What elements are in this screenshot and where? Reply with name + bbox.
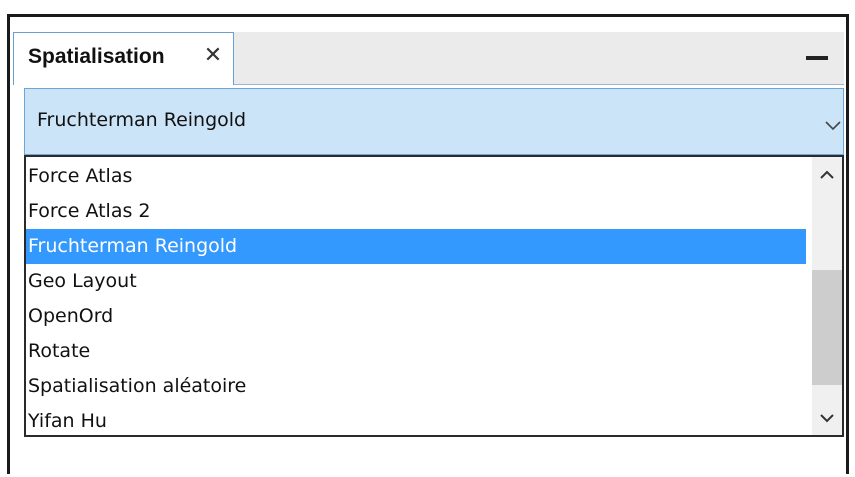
chevron-down-icon	[820, 414, 834, 423]
tab-bar: Spatialisation ✕	[13, 32, 844, 85]
list-item[interactable]: Spatialisation aléatoire	[26, 369, 806, 404]
layout-options-list[interactable]: Force Atlas Force Atlas 2 Fruchterman Rein…	[24, 155, 844, 437]
chevron-down-icon	[825, 116, 841, 135]
list-item-selected[interactable]: Fruchterman Reingold	[26, 229, 806, 264]
list-item[interactable]: OpenOrd	[26, 299, 806, 334]
scroll-down-button[interactable]	[812, 401, 842, 435]
panel-frame: Spatialisation ✕ Fruchterman Reingold Fo…	[7, 14, 849, 477]
scroll-thumb[interactable]	[812, 270, 842, 385]
scroll-up-button[interactable]	[812, 157, 842, 191]
list-item[interactable]: Yifan Hu	[26, 404, 806, 435]
tab-spatialisation[interactable]: Spatialisation ✕	[13, 32, 234, 85]
chevron-up-icon	[820, 170, 834, 179]
scrollbar[interactable]	[812, 157, 842, 435]
layout-options: Force Atlas Force Atlas 2 Fruchterman Rein…	[26, 159, 806, 435]
list-item[interactable]: Rotate	[26, 334, 806, 369]
tab-label: Spatialisation	[28, 45, 165, 68]
close-icon[interactable]: ✕	[201, 43, 225, 69]
list-item[interactable]: Force Atlas 2	[26, 194, 806, 229]
layout-dropdown[interactable]: Fruchterman Reingold	[24, 88, 844, 155]
list-item[interactable]: Force Atlas	[26, 159, 806, 194]
minimize-icon[interactable]	[806, 56, 828, 60]
list-item[interactable]: Geo Layout	[26, 264, 806, 299]
layout-dropdown-value: Fruchterman Reingold	[37, 109, 247, 131]
